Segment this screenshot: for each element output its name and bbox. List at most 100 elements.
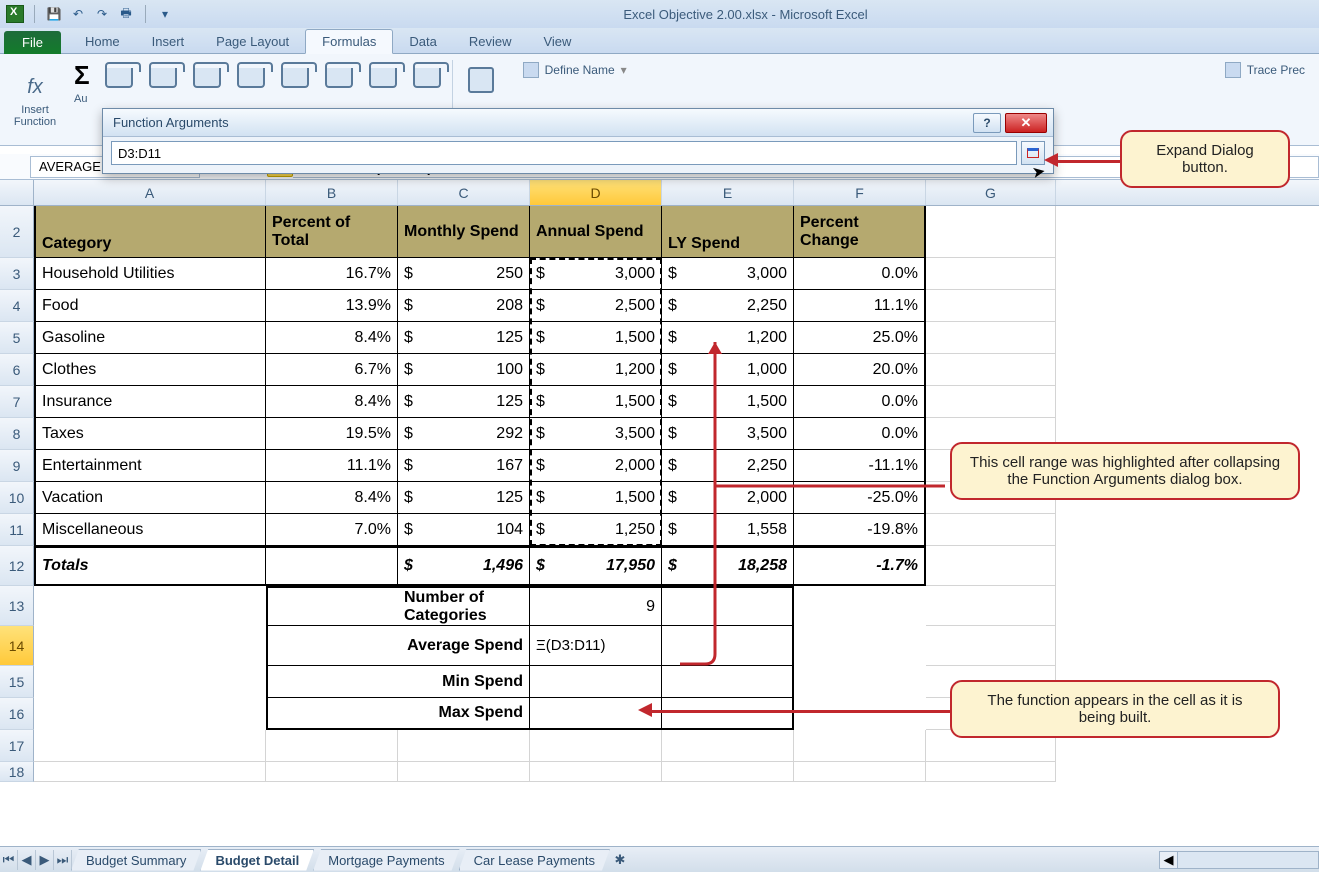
cell-B5[interactable]: 8.4% bbox=[266, 322, 398, 354]
cell-E6[interactable]: $1,000 bbox=[662, 354, 794, 386]
sheet-nav-first[interactable]: ⏮ bbox=[0, 850, 18, 870]
new-sheet-icon[interactable]: ✱ bbox=[610, 851, 630, 869]
sheet-nav-prev[interactable]: ◀ bbox=[18, 850, 36, 870]
cell-B4[interactable]: 13.9% bbox=[266, 290, 398, 322]
cell-A11[interactable]: Miscellaneous bbox=[34, 514, 266, 546]
col-B[interactable]: B bbox=[266, 180, 398, 205]
row-17[interactable]: 17 bbox=[0, 730, 34, 762]
cell-A8[interactable]: Taxes bbox=[34, 418, 266, 450]
header-percent-total[interactable]: Percent of Total bbox=[266, 206, 398, 258]
tab-formulas[interactable]: Formulas bbox=[305, 29, 393, 54]
cell-A7[interactable]: Insurance bbox=[34, 386, 266, 418]
cell-D10[interactable]: $1,500 bbox=[530, 482, 662, 514]
dialog-close-button[interactable]: ✕ bbox=[1005, 113, 1047, 133]
cell-A10[interactable]: Vacation bbox=[34, 482, 266, 514]
tab-home[interactable]: Home bbox=[69, 30, 136, 53]
cell-F7[interactable]: 0.0% bbox=[794, 386, 926, 418]
col-A[interactable]: A bbox=[34, 180, 266, 205]
cell-E10[interactable]: $2,000 bbox=[662, 482, 794, 514]
row-7[interactable]: 7 bbox=[0, 386, 34, 418]
totals-ly[interactable]: $18,258 bbox=[662, 546, 794, 586]
num-cat-label[interactable]: Number of Categories bbox=[398, 586, 530, 626]
scroll-left-icon[interactable]: ◀ bbox=[1160, 852, 1178, 868]
avg-spend-label[interactable]: Average Spend bbox=[398, 626, 530, 666]
row-4[interactable]: 4 bbox=[0, 290, 34, 322]
financial-icon[interactable] bbox=[146, 64, 180, 92]
save-icon[interactable]: 💾 bbox=[45, 5, 63, 23]
cell-D11[interactable]: $1,250 bbox=[530, 514, 662, 546]
cell-B10[interactable]: 8.4% bbox=[266, 482, 398, 514]
cell-E4[interactable]: $2,250 bbox=[662, 290, 794, 322]
sheet-tab-summary[interactable]: Budget Summary bbox=[71, 849, 201, 871]
cell-B9[interactable]: 11.1% bbox=[266, 450, 398, 482]
row-14[interactable]: 14 bbox=[0, 626, 34, 666]
cell-F11[interactable]: -19.8% bbox=[794, 514, 926, 546]
sheet-nav-next[interactable]: ▶ bbox=[36, 850, 54, 870]
cell-A5[interactable]: Gasoline bbox=[34, 322, 266, 354]
sheet-tab-detail[interactable]: Budget Detail bbox=[200, 849, 314, 871]
cell-D7[interactable]: $1,500 bbox=[530, 386, 662, 418]
cell-E11[interactable]: $1,558 bbox=[662, 514, 794, 546]
cell-F6[interactable]: 20.0% bbox=[794, 354, 926, 386]
select-all-corner[interactable] bbox=[0, 180, 34, 205]
sheet-tab-lease[interactable]: Car Lease Payments bbox=[459, 849, 610, 871]
cell-E7[interactable]: $1,500 bbox=[662, 386, 794, 418]
row-2[interactable]: 2 bbox=[0, 206, 34, 258]
cell-F4[interactable]: 11.1% bbox=[794, 290, 926, 322]
autosum-icon[interactable]: Σ bbox=[74, 60, 90, 91]
col-G[interactable]: G bbox=[926, 180, 1056, 205]
tab-page-layout[interactable]: Page Layout bbox=[200, 30, 305, 53]
col-C[interactable]: C bbox=[398, 180, 530, 205]
tab-review[interactable]: Review bbox=[453, 30, 528, 53]
totals-label[interactable]: Totals bbox=[34, 546, 266, 586]
cell-D5[interactable]: $1,500 bbox=[530, 322, 662, 354]
tab-data[interactable]: Data bbox=[393, 30, 452, 53]
file-tab[interactable]: File bbox=[4, 31, 61, 54]
cell-C6[interactable]: $100 bbox=[398, 354, 530, 386]
cell-C4[interactable]: $208 bbox=[398, 290, 530, 322]
sheet-nav-last[interactable]: ⏭ bbox=[54, 850, 72, 870]
row-6[interactable]: 6 bbox=[0, 354, 34, 386]
more-functions-icon[interactable] bbox=[410, 64, 444, 92]
cell-D4[interactable]: $2,500 bbox=[530, 290, 662, 322]
lookup-icon[interactable] bbox=[322, 64, 356, 92]
cell-A9[interactable]: Entertainment bbox=[34, 450, 266, 482]
cell-C8[interactable]: $292 bbox=[398, 418, 530, 450]
name-manager-icon[interactable] bbox=[463, 62, 499, 98]
cell-D9[interactable]: $2,000 bbox=[530, 450, 662, 482]
row-5[interactable]: 5 bbox=[0, 322, 34, 354]
qat-dropdown-icon[interactable]: ▾ bbox=[156, 5, 174, 23]
header-category[interactable]: Category bbox=[34, 206, 266, 258]
row-12[interactable]: 12 bbox=[0, 546, 34, 586]
recently-used-icon[interactable] bbox=[102, 64, 136, 92]
cell-B3[interactable]: 16.7% bbox=[266, 258, 398, 290]
logical-icon[interactable] bbox=[190, 64, 224, 92]
cell-B11[interactable]: 7.0% bbox=[266, 514, 398, 546]
cell-F5[interactable]: 25.0% bbox=[794, 322, 926, 354]
tab-insert[interactable]: Insert bbox=[136, 30, 201, 53]
cell-E9[interactable]: $2,250 bbox=[662, 450, 794, 482]
header-monthly[interactable]: Monthly Spend bbox=[398, 206, 530, 258]
row-13[interactable]: 13 bbox=[0, 586, 34, 626]
cell-D8[interactable]: $3,500 bbox=[530, 418, 662, 450]
cell-C7[interactable]: $125 bbox=[398, 386, 530, 418]
cell-F8[interactable]: 0.0% bbox=[794, 418, 926, 450]
dialog-help-button[interactable]: ? bbox=[973, 113, 1001, 133]
cell-B6[interactable]: 6.7% bbox=[266, 354, 398, 386]
cell-C3[interactable]: $250 bbox=[398, 258, 530, 290]
cell-C9[interactable]: $167 bbox=[398, 450, 530, 482]
cell-A4[interactable]: Food bbox=[34, 290, 266, 322]
text-icon[interactable] bbox=[234, 64, 268, 92]
header-ly[interactable]: LY Spend bbox=[662, 206, 794, 258]
cell-E8[interactable]: $3,500 bbox=[662, 418, 794, 450]
totals-change[interactable]: -1.7% bbox=[794, 546, 926, 586]
math-trig-icon[interactable] bbox=[366, 64, 400, 92]
totals-annual[interactable]: $17,950 bbox=[530, 546, 662, 586]
cell-F9[interactable]: -11.1% bbox=[794, 450, 926, 482]
horizontal-scrollbar[interactable]: ◀ bbox=[1159, 851, 1319, 869]
row-11[interactable]: 11 bbox=[0, 514, 34, 546]
totals-monthly[interactable]: $1,496 bbox=[398, 546, 530, 586]
date-time-icon[interactable] bbox=[278, 64, 312, 92]
trace-precedents-button[interactable]: Trace Prec bbox=[1219, 60, 1311, 80]
cell-C10[interactable]: $125 bbox=[398, 482, 530, 514]
